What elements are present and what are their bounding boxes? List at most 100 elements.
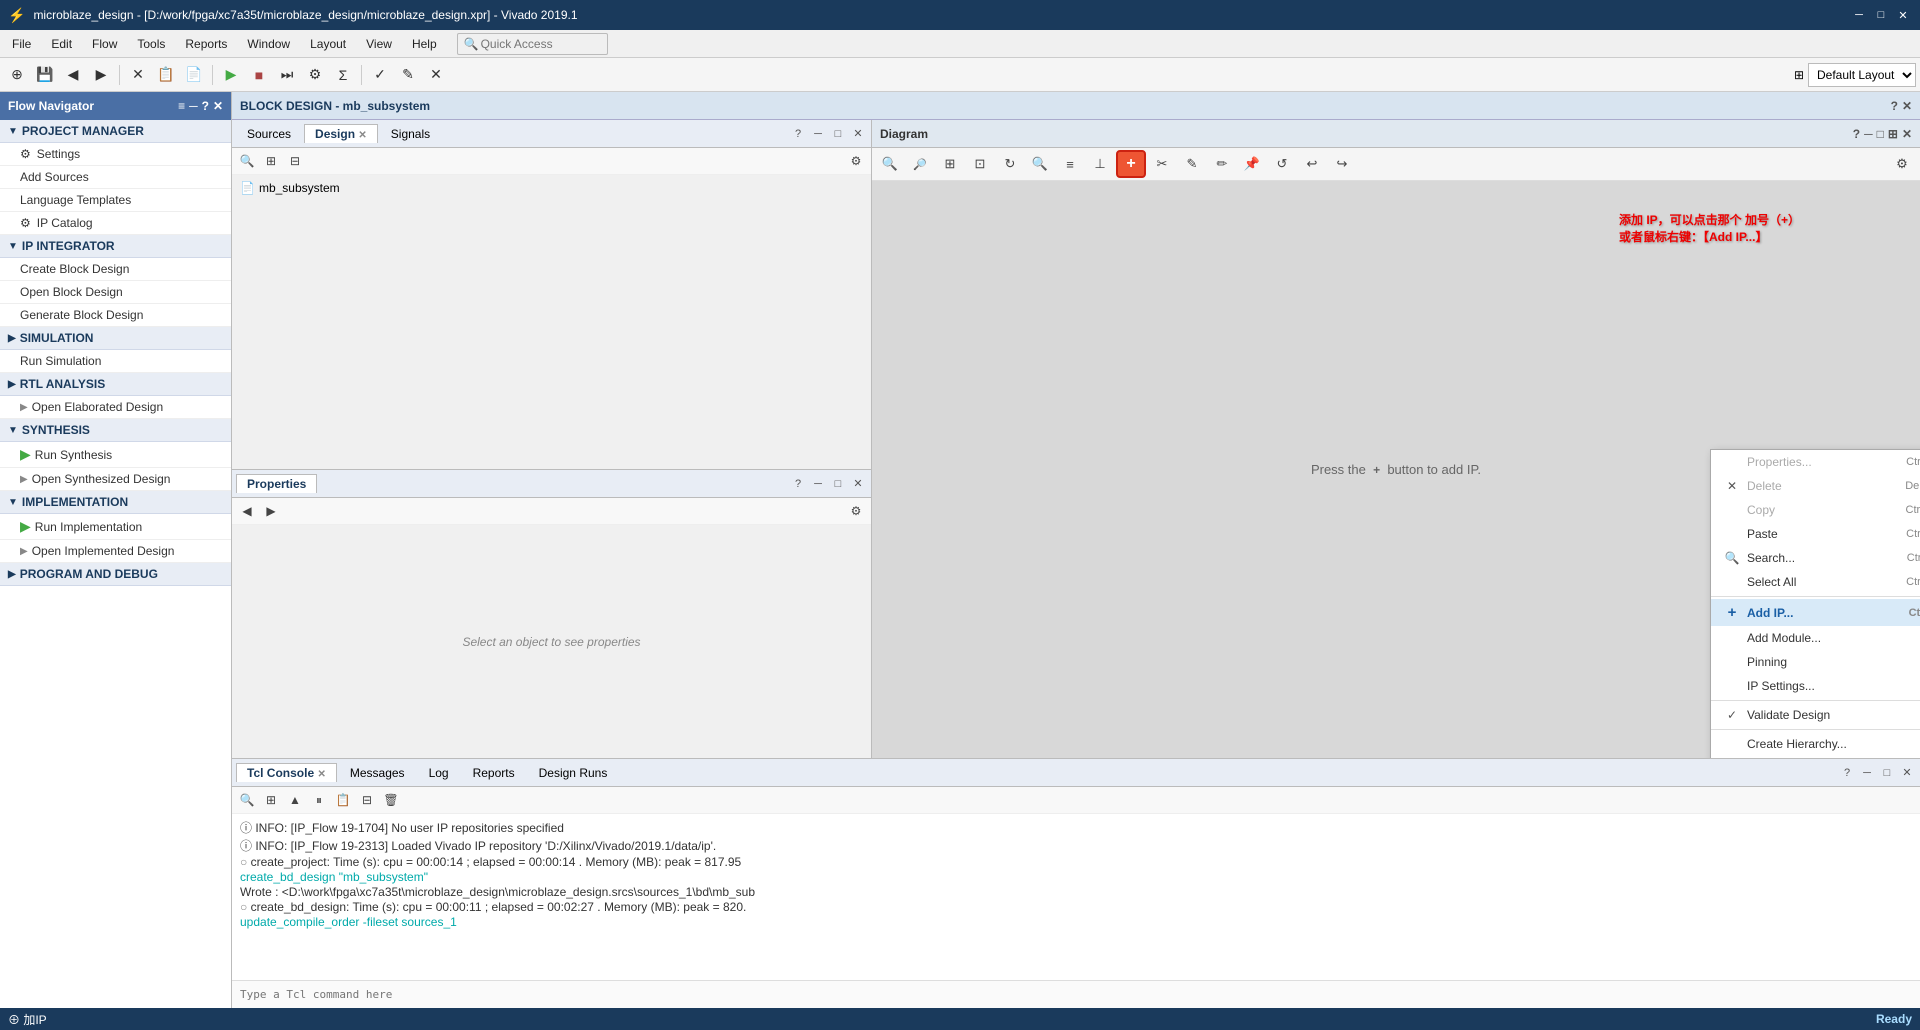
nav-section-rtl-header[interactable]: ▶ RTL ANALYSIS <box>0 373 231 396</box>
menu-view[interactable]: View <box>358 35 400 53</box>
fit-btn[interactable]: ⊞ <box>936 151 964 177</box>
restore-icon-diag[interactable]: □ <box>1877 127 1884 141</box>
ctx-item-create-hierarchy[interactable]: Create Hierarchy... <box>1711 732 1920 756</box>
expand-icon-console[interactable]: □ <box>1878 764 1896 782</box>
tree-item-mb-subsystem[interactable]: 📄 mb_subsystem <box>236 179 867 197</box>
maximize-button[interactable]: □ <box>1872 6 1890 24</box>
help-icon-src[interactable]: ? <box>789 125 807 143</box>
close-icon-diag[interactable]: ✕ <box>1902 127 1912 141</box>
toolbar-delete[interactable]: ✕ <box>125 62 151 88</box>
close-icon-console[interactable]: ✕ <box>1898 764 1916 782</box>
maximize-icon-diag[interactable]: ⊞ <box>1888 127 1898 141</box>
cut-btn[interactable]: ✂ <box>1148 151 1176 177</box>
horiz-align-btn[interactable]: ≡ <box>1056 151 1084 177</box>
rotate-btn[interactable]: ↻ <box>996 151 1024 177</box>
tab-sources[interactable]: Sources <box>236 124 302 143</box>
toolbar-settings[interactable]: ⚙ <box>302 62 328 88</box>
nav-item-run-sim[interactable]: Run Simulation <box>0 350 231 373</box>
menu-edit[interactable]: Edit <box>43 35 80 53</box>
expand-icon-prop[interactable]: □ <box>829 475 847 493</box>
nav-item-run-synthesis[interactable]: ▶ Run Synthesis <box>0 442 231 468</box>
tcl-input[interactable] <box>240 988 1912 1001</box>
nav-item-open-elaborated[interactable]: ▶ Open Elaborated Design <box>0 396 231 419</box>
ctx-item-select-all[interactable]: Select All Ctrl+A <box>1711 570 1920 594</box>
menu-layout[interactable]: Layout <box>302 35 354 53</box>
nav-item-language-templates[interactable]: Language Templates <box>0 189 231 212</box>
toolbar-paste[interactable]: 📄 <box>181 62 207 88</box>
flow-nav-close[interactable]: ✕ <box>213 99 223 113</box>
undo-btn-diag[interactable]: ↩ <box>1298 151 1326 177</box>
tab-properties[interactable]: Properties <box>236 474 317 493</box>
minimize-icon-prop[interactable]: ─ <box>809 475 827 493</box>
tab-design-close[interactable]: ✕ <box>358 130 366 141</box>
minimize-icon-src[interactable]: ─ <box>809 125 827 143</box>
toolbar-check[interactable]: ✓ <box>367 62 393 88</box>
help-icon-bd[interactable]: ? <box>1891 99 1898 113</box>
tab-design[interactable]: Design ✕ <box>304 124 378 143</box>
nav-section-program-debug-header[interactable]: ▶ PROGRAM AND DEBUG <box>0 563 231 586</box>
minimize-icon-console[interactable]: ─ <box>1858 764 1876 782</box>
nav-item-add-sources[interactable]: Add Sources <box>0 166 231 189</box>
search-btn-src[interactable]: 🔍 <box>236 150 258 172</box>
close-icon-src[interactable]: ✕ <box>849 125 867 143</box>
add-ip-button[interactable]: + <box>1116 150 1146 178</box>
pause-btn-console[interactable]: ⏸ <box>308 789 330 811</box>
toolbar-run[interactable]: ▶ <box>218 62 244 88</box>
minimize-button[interactable]: ─ <box>1850 6 1868 24</box>
pin-btn[interactable]: 📌 <box>1238 151 1266 177</box>
tab-tcl-close[interactable]: ✕ <box>317 769 325 780</box>
menu-reports[interactable]: Reports <box>177 35 235 53</box>
expand-icon-src[interactable]: □ <box>829 125 847 143</box>
redo-btn-diag[interactable]: ↪ <box>1328 151 1356 177</box>
nav-section-project-manager-header[interactable]: ▼ PROJECT MANAGER <box>0 120 231 143</box>
menu-file[interactable]: File <box>4 35 39 53</box>
ctx-item-ip-settings[interactable]: IP Settings... <box>1711 674 1920 698</box>
ctx-item-add-module[interactable]: Add Module... <box>1711 626 1920 650</box>
close-icon-prop[interactable]: ✕ <box>849 475 867 493</box>
flow-nav-question[interactable]: ? <box>202 99 209 113</box>
nav-item-run-implementation[interactable]: ▶ Run Implementation <box>0 514 231 540</box>
ctx-item-add-ip[interactable]: + Add IP... Ctrl+I <box>1711 599 1920 626</box>
toolbar-step[interactable]: ⏭ <box>274 62 300 88</box>
ctx-item-paste[interactable]: Paste Ctrl+V <box>1711 522 1920 546</box>
toolbar-stop[interactable]: ■ <box>246 62 272 88</box>
minimize-icon-diag[interactable]: ─ <box>1864 127 1873 141</box>
edit-btn[interactable]: ✏ <box>1208 151 1236 177</box>
ctx-item-create-comment[interactable]: Create Comment <box>1711 756 1920 758</box>
console-input-row[interactable] <box>232 980 1920 1008</box>
help-icon-console[interactable]: ? <box>1838 764 1856 782</box>
tab-messages[interactable]: Messages <box>339 763 416 782</box>
vert-align-btn[interactable]: ⊥ <box>1086 151 1114 177</box>
filter-btn-src[interactable]: ⊞ <box>260 150 282 172</box>
help-icon-diag[interactable]: ? <box>1853 127 1860 141</box>
flow-nav-minus[interactable]: ─ <box>189 99 198 113</box>
zoom-in-btn[interactable]: 🔍 <box>876 151 904 177</box>
up-btn-console[interactable]: ▲ <box>284 789 306 811</box>
nav-section-ip-integrator-header[interactable]: ▼ IP INTEGRATOR <box>0 235 231 258</box>
zoom-out-btn[interactable]: 🔎 <box>906 151 934 177</box>
search-btn-console[interactable]: 🔍 <box>236 789 258 811</box>
nav-item-open-block[interactable]: Open Block Design <box>0 281 231 304</box>
nav-section-implementation-header[interactable]: ▼ IMPLEMENTATION <box>0 491 231 514</box>
flow-nav-pin[interactable]: ≡ <box>178 99 185 113</box>
close-icon-bd[interactable]: ✕ <box>1902 99 1912 113</box>
close-button[interactable]: ✕ <box>1894 6 1912 24</box>
help-icon-prop[interactable]: ? <box>789 475 807 493</box>
tab-design-runs[interactable]: Design Runs <box>528 763 619 782</box>
refresh-btn[interactable]: ↺ <box>1268 151 1296 177</box>
toolbar-save[interactable]: 💾 <box>32 62 58 88</box>
toolbar-redo[interactable]: ▶ <box>88 62 114 88</box>
settings-btn-prop[interactable]: ⚙ <box>845 500 867 522</box>
nav-item-open-synthesized[interactable]: ▶ Open Synthesized Design <box>0 468 231 491</box>
settings-btn-src[interactable]: ⚙ <box>845 150 867 172</box>
nav-item-settings[interactable]: ⚙ Settings <box>0 143 231 166</box>
tab-log[interactable]: Log <box>418 763 460 782</box>
toolbar-new[interactable]: ⊕ <box>4 62 30 88</box>
nav-section-simulation-header[interactable]: ▶ SIMULATION <box>0 327 231 350</box>
menu-window[interactable]: Window <box>239 35 298 53</box>
toolbar-copy[interactable]: 📋 <box>153 62 179 88</box>
menu-flow[interactable]: Flow <box>84 35 125 53</box>
menu-tools[interactable]: Tools <box>129 35 173 53</box>
expand-btn-src[interactable]: ⊟ <box>284 150 306 172</box>
tab-tcl-console[interactable]: Tcl Console ✕ <box>236 763 337 782</box>
